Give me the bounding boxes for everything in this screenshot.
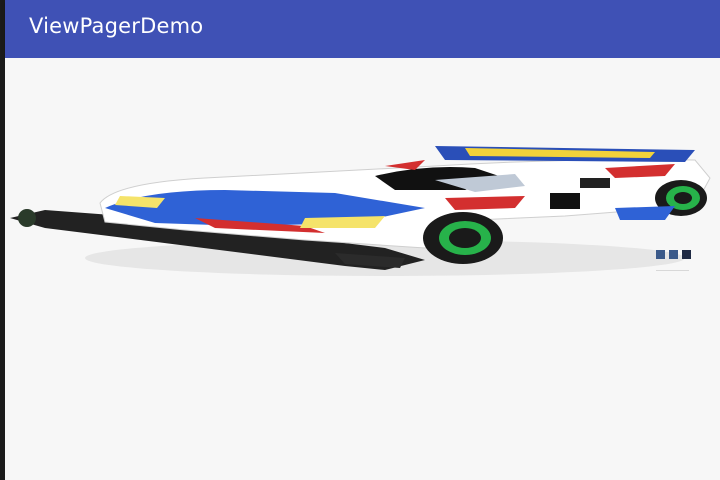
page-dot-3[interactable]	[682, 250, 691, 259]
app-bar: ViewPagerDemo	[5, 0, 720, 58]
page-dot-2[interactable]	[669, 250, 678, 259]
page-dot-1[interactable]	[656, 250, 665, 259]
race-car-image	[10, 146, 711, 276]
app-title: ViewPagerDemo	[29, 14, 204, 38]
page-indicator[interactable]	[656, 250, 691, 259]
indicator-divider	[656, 270, 689, 271]
app-screen: ViewPagerDemo	[0, 0, 720, 480]
view-pager[interactable]	[5, 58, 720, 480]
